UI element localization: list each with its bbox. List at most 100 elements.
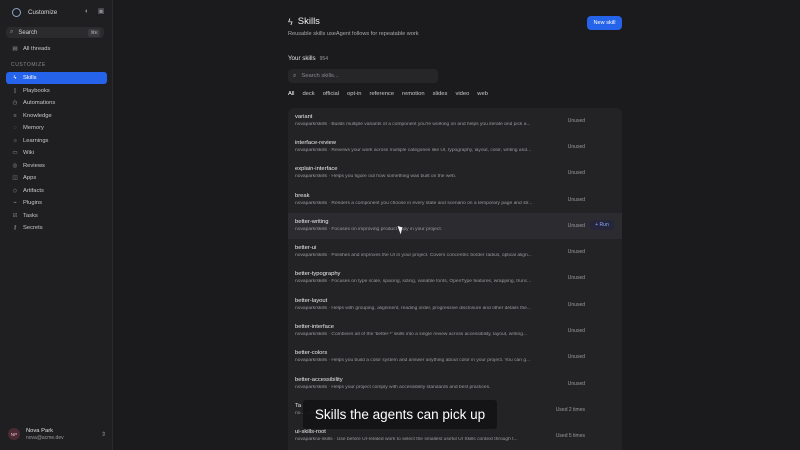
sidebar-item-learnings[interactable]: ☼ Learnings: [6, 135, 107, 147]
list-item[interactable]: break novapark/skills · Renders a compon…: [288, 187, 622, 213]
skill-name: Ta: [295, 403, 302, 409]
skill-name: better-interface: [295, 324, 334, 330]
sidebar-item-playbooks[interactable]: ▯ Playbooks: [6, 85, 107, 97]
sidebar-item-reviews[interactable]: ◎ Reviews: [6, 160, 107, 172]
sidebar-item-label: Automations: [23, 100, 56, 106]
list-item[interactable]: better-writing novapark/skills · Focuses…: [288, 213, 622, 239]
brain-icon: ◌: [13, 125, 17, 131]
skill-name: better-layout: [295, 298, 328, 304]
your-skills-count: 954: [319, 56, 328, 62]
list-item[interactable]: better-accessibility novapark/skills · H…: [288, 371, 622, 397]
sidebar-item-knowledge[interactable]: ≡ Knowledge: [6, 110, 107, 122]
sidebar-item-label: Learnings: [23, 138, 49, 144]
sidebar-header: Customize ◐ ▣: [0, 0, 113, 24]
run-button[interactable]: + Run: [590, 220, 614, 230]
check-icon: ☑: [12, 213, 18, 219]
sidebar-item-skills[interactable]: ϟ Skills: [6, 72, 107, 84]
filter-official[interactable]: official: [323, 91, 339, 97]
user-menu[interactable]: NP Nova Park nova@acme.dev ⇕: [8, 424, 106, 444]
skill-name: better-accessibility: [295, 377, 343, 383]
sidebar-item-label: Knowledge: [23, 113, 52, 119]
sidebar-item-label: Apps: [23, 175, 37, 181]
filter-opt-in[interactable]: opt-in: [347, 91, 362, 97]
sidebar-item-label: Secrets: [23, 225, 43, 231]
list-item[interactable]: better-ui novapark/skills · Polishes and…: [288, 239, 622, 265]
sidebar-item-secrets[interactable]: ⚷ Secrets: [6, 222, 107, 234]
app-title: Customize: [28, 8, 58, 16]
main-content: ϟ Skills Reusable skills useAgent follow…: [114, 0, 800, 450]
sidebar-item-label: Artifacts: [23, 188, 44, 194]
apps-icon: ◫: [12, 175, 18, 181]
skill-status: Unused: [567, 170, 585, 176]
skill-status: Unused: [567, 275, 585, 281]
filter-slides[interactable]: slides: [433, 91, 448, 97]
skill-status: Unused: [567, 223, 585, 229]
skills-search[interactable]: ⌕: [288, 69, 438, 83]
skills-list: variant novapark/skills · Builds multipl…: [288, 108, 622, 450]
your-skills-header: Your skills 954: [288, 55, 328, 62]
list-item[interactable]: better-layout novapark/skills · Helps wi…: [288, 292, 622, 318]
your-skills-label: Your skills: [288, 55, 316, 62]
skill-status: Unused: [567, 144, 585, 150]
sidebar-item-artifacts[interactable]: ◇ Artifacts: [6, 185, 107, 197]
sidebar-item-automations[interactable]: ◷ Automations: [6, 97, 107, 109]
list-item[interactable]: better-interface novapark/skills · Combi…: [288, 318, 622, 344]
skill-status: Used 5 times: [555, 433, 585, 439]
sidebar-item-tasks[interactable]: ☑ Tasks: [6, 210, 107, 222]
skill-name: better-colors: [295, 350, 328, 356]
search-shortcut: ⌘K: [88, 28, 100, 37]
skill-status: Unused: [567, 354, 585, 360]
skill-status: Unused: [567, 249, 585, 255]
skill-description: novapark/skills · Polishes and improves …: [295, 253, 532, 258]
settings-icon[interactable]: ◐: [83, 8, 91, 16]
sidebar-search-label: Search: [18, 29, 38, 36]
book-icon: ▯: [13, 88, 17, 94]
layout-toggle-icon[interactable]: ▣: [97, 8, 105, 16]
skill-status: Unused: [567, 118, 585, 124]
avatar: NP: [8, 428, 20, 440]
threads-icon: ▤: [12, 46, 18, 52]
skill-description: novapark/skills · Helps your project com…: [295, 385, 491, 390]
caption-overlay: Skills the agents can pick up: [303, 400, 497, 429]
filter-deck[interactable]: deck: [302, 91, 314, 97]
key-icon: ⚷: [12, 225, 18, 231]
skill-description: novapark/skills · Renders a component yo…: [295, 201, 533, 206]
skill-name: better-typography: [295, 271, 341, 277]
list-item[interactable]: variant novapark/skills · Builds multipl…: [288, 108, 622, 134]
sidebar-item-label: Wiki: [23, 150, 34, 156]
filter-all[interactable]: All: [288, 91, 294, 97]
sidebar-item-label: Skills: [23, 75, 37, 81]
list-item[interactable]: better-colors novapark/skills · Helps yo…: [288, 344, 622, 370]
chevron-updown-icon: ⇕: [100, 431, 106, 438]
list-item[interactable]: better-typography novapark/skills · Focu…: [288, 265, 622, 291]
skill-name: interface-review: [295, 140, 336, 146]
filter-web[interactable]: web: [477, 91, 488, 97]
artifact-icon: ◇: [12, 188, 18, 194]
review-icon: ◎: [12, 163, 18, 169]
skills-search-input[interactable]: [301, 73, 432, 79]
sidebar-item-label: Playbooks: [23, 88, 50, 94]
skill-description: novapark/skills · Focuses on type scale,…: [295, 279, 532, 284]
skill-status: Unused: [567, 381, 585, 387]
page-subtitle: Reusable skills useAgent follows for rep…: [288, 31, 419, 37]
sidebar-item-wiki[interactable]: ▭ Wiki: [6, 147, 107, 159]
filter-video[interactable]: video: [455, 91, 469, 97]
skill-description: novapark/skills · Focuses on improving p…: [295, 227, 443, 232]
search-icon: ⌕: [293, 72, 297, 79]
user-name: Nova Park: [26, 427, 54, 434]
sidebar-item-apps[interactable]: ◫ Apps: [6, 172, 107, 184]
sidebar-item-label: Tasks: [23, 213, 38, 219]
skill-name: better-writing: [295, 219, 329, 225]
sidebar-item-memory[interactable]: ◌ Memory: [6, 122, 107, 134]
sidebar-search[interactable]: ⌕ Search ⌘K: [6, 27, 104, 38]
list-item[interactable]: interface-review novapark/skills · Revie…: [288, 134, 622, 160]
sidebar-item-plugins[interactable]: ⌁ Plugins: [6, 197, 107, 209]
sidebar-item-all-threads[interactable]: ▤ All threads: [6, 43, 107, 55]
user-info: Nova Park nova@acme.dev: [26, 428, 101, 441]
filter-remotion[interactable]: remotion: [402, 91, 425, 97]
new-skill-button[interactable]: New skill: [587, 16, 622, 30]
filter-reference[interactable]: reference: [370, 91, 395, 97]
skill-name: variant: [295, 114, 313, 120]
database-icon: ≡: [13, 113, 17, 119]
list-item[interactable]: explain-interface novapark/skills · Help…: [288, 160, 622, 186]
